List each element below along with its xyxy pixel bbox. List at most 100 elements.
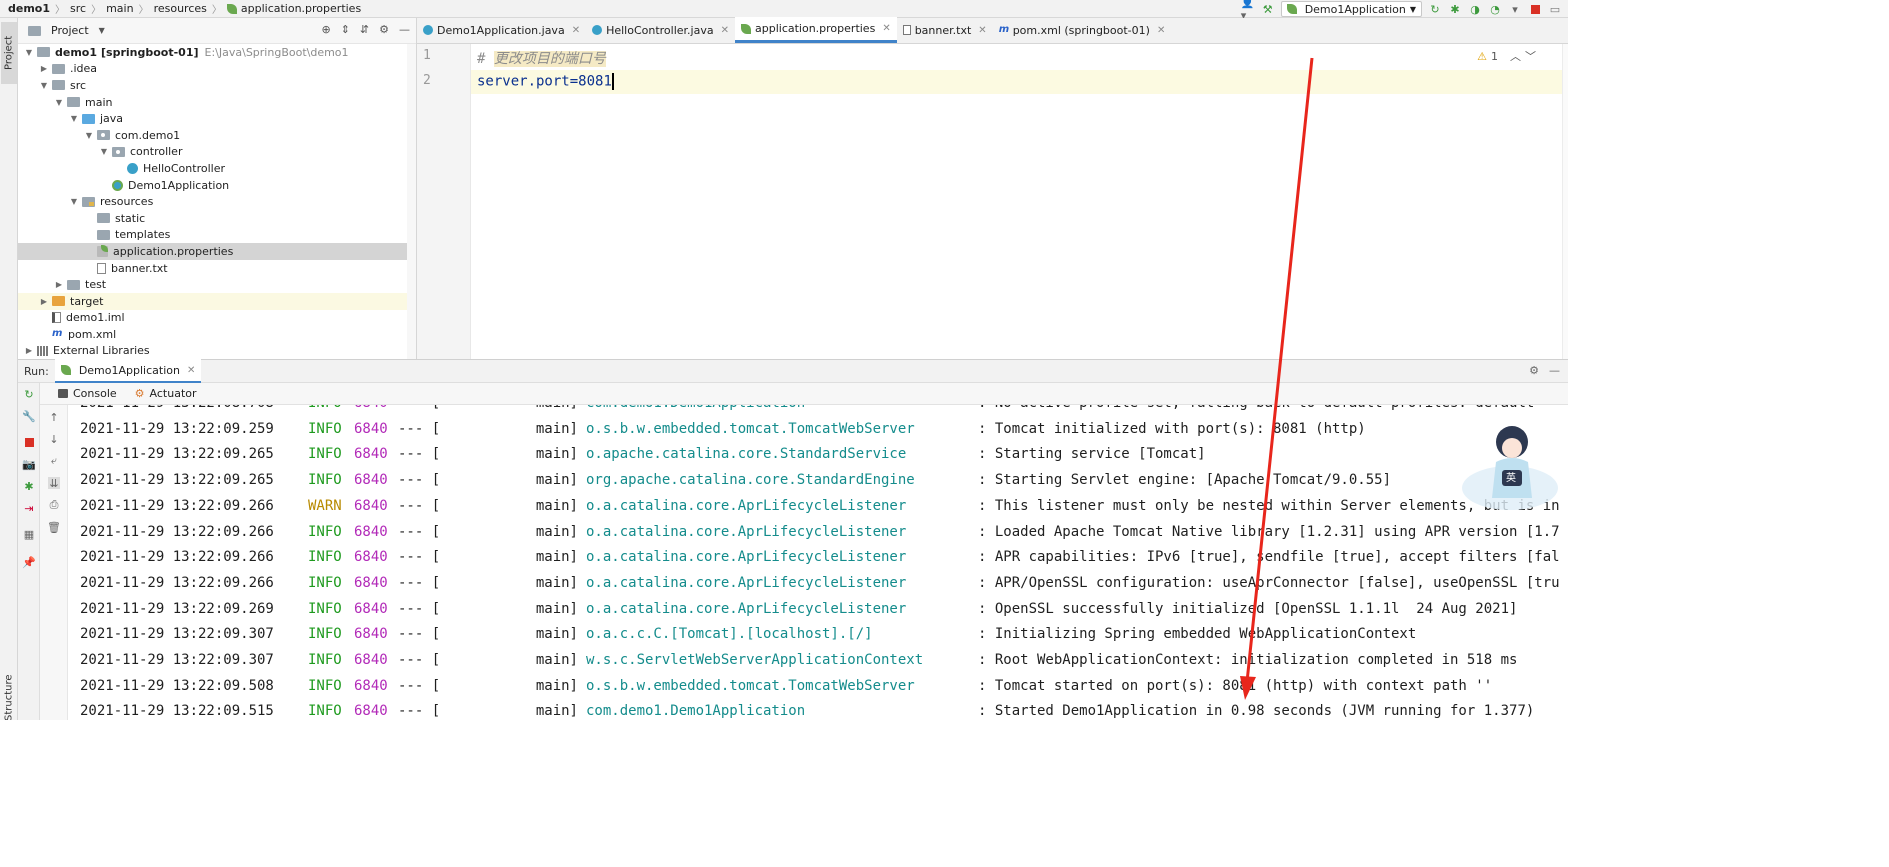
- tree-item[interactable]: Demo1Application: [18, 177, 407, 194]
- tree-item[interactable]: static: [18, 210, 407, 227]
- hide-panel-icon[interactable]: —: [1549, 364, 1560, 377]
- wrench-icon[interactable]: 🔧: [22, 410, 36, 423]
- tool-window-tab-structure[interactable]: Structure: [1, 668, 17, 720]
- rerun-icon[interactable]: ↻: [1428, 2, 1442, 16]
- soft-wrap-icon[interactable]: ⤶: [48, 454, 60, 467]
- chevron-down-icon[interactable]: ▼: [69, 114, 79, 123]
- editor-tab[interactable]: m pom.xml (springboot-01) ✕: [993, 17, 1172, 43]
- console-output[interactable]: 2021-11-29 13:22:08.708INFO6840--- [main…: [68, 405, 1568, 720]
- tree-item[interactable]: demo1.iml: [18, 310, 407, 327]
- scroll-to-end-icon[interactable]: ⇊: [48, 477, 60, 490]
- stop-icon[interactable]: [23, 436, 35, 448]
- line-number-gutter[interactable]: 1 2: [417, 44, 471, 359]
- breadcrumb-item-main[interactable]: main: [106, 2, 133, 15]
- editor-tab[interactable]: Demo1Application.java ✕: [417, 17, 586, 43]
- profile-icon[interactable]: ◔: [1488, 2, 1502, 16]
- tree-item[interactable]: m pom.xml: [18, 326, 407, 343]
- project-view-selector[interactable]: Project: [51, 24, 89, 37]
- breadcrumb-item-project[interactable]: demo1: [8, 2, 50, 15]
- project-tree-scrollbar[interactable]: [407, 44, 416, 359]
- log-timestamp: 2021-11-29 13:22:09.269: [80, 600, 274, 617]
- debug-icon[interactable]: ✱: [1448, 2, 1462, 16]
- breadcrumb-item-file[interactable]: application.properties: [241, 2, 361, 15]
- user-icon[interactable]: 👤▾: [1241, 0, 1255, 22]
- tool-window-tab-project[interactable]: Project: [1, 22, 17, 84]
- close-icon[interactable]: ✕: [882, 23, 890, 34]
- chevron-right-icon[interactable]: ▶: [39, 297, 49, 306]
- arrow-up-icon[interactable]: ↑: [48, 411, 60, 424]
- breadcrumb-item-src[interactable]: src: [70, 2, 86, 15]
- debug-icon[interactable]: ✱: [23, 480, 35, 493]
- run-configuration-select[interactable]: Demo1Application ▼: [1280, 1, 1422, 17]
- pin-icon[interactable]: 📌: [22, 556, 36, 569]
- tree-item[interactable]: ▼ main: [18, 94, 407, 111]
- tree-item[interactable]: ▼ demo1 [springboot-01] E:\Java\SpringBoot\…: [18, 44, 407, 61]
- subtab-actuator[interactable]: ⚙ Actuator: [129, 387, 203, 400]
- code-line-1[interactable]: # 更改项目的端口号: [477, 48, 606, 68]
- layout-icon[interactable]: ▭: [1548, 2, 1562, 16]
- chevron-down-icon[interactable]: ▼: [99, 26, 105, 35]
- close-icon[interactable]: ✕: [572, 25, 580, 36]
- tree-item[interactable]: ▶ .idea: [18, 61, 407, 78]
- close-icon[interactable]: ✕: [721, 25, 729, 36]
- code-editor[interactable]: 1 2 # 更改项目的端口号 server.port=8081 ⚠ 1 ︿ ﹀: [417, 44, 1568, 359]
- tree-item[interactable]: banner.txt: [18, 260, 407, 277]
- tree-item[interactable]: ▼ com.demo1: [18, 127, 407, 144]
- rerun-icon[interactable]: ↻: [23, 388, 35, 401]
- inspection-widget[interactable]: ⚠ 1 ︿ ﹀: [1477, 48, 1536, 64]
- chevron-down-icon[interactable]: ▼: [69, 197, 79, 206]
- tree-item[interactable]: ▶ target: [18, 292, 407, 310]
- build-hammer-icon[interactable]: ⚒: [1261, 2, 1275, 16]
- log-level: INFO: [308, 703, 342, 720]
- camera-icon[interactable]: 📷: [22, 458, 36, 471]
- expand-all-icon[interactable]: ⇕: [341, 23, 350, 36]
- tree-item[interactable]: ▶ test: [18, 276, 407, 293]
- trash-icon[interactable]: 🗑: [47, 521, 61, 534]
- run-tab-demo1application[interactable]: Demo1Application ✕: [54, 359, 202, 383]
- subtab-console[interactable]: Console: [52, 387, 123, 400]
- editor-tab[interactable]: banner.txt ✕: [897, 17, 993, 43]
- gear-icon[interactable]: ⚙: [379, 23, 389, 36]
- tree-item[interactable]: templates: [18, 227, 407, 244]
- chevron-right-icon[interactable]: ▶: [24, 346, 34, 355]
- editor-tab[interactable]: HelloController.java ✕: [586, 17, 735, 43]
- layout-icon[interactable]: ▦: [23, 528, 35, 541]
- coverage-icon[interactable]: ◑: [1468, 2, 1482, 16]
- code-line-2[interactable]: server.port=8081: [477, 73, 614, 90]
- tree-item[interactable]: ▼ src: [18, 77, 407, 94]
- close-icon[interactable]: ✕: [1157, 25, 1165, 36]
- collapse-all-icon[interactable]: ⇵: [360, 23, 369, 36]
- hide-panel-icon[interactable]: —: [399, 23, 410, 36]
- editor-error-stripe[interactable]: [1562, 44, 1568, 359]
- tree-item[interactable]: ▼ resources: [18, 193, 407, 210]
- exit-icon[interactable]: ⇥: [23, 502, 35, 515]
- chevron-right-icon[interactable]: ▶: [54, 280, 64, 289]
- tree-item[interactable]: ▼ controller: [18, 144, 407, 161]
- chevron-down-icon[interactable]: ▼: [39, 81, 49, 90]
- print-icon[interactable]: ⎙: [48, 498, 60, 511]
- chevron-down-icon[interactable]: ﹀: [1525, 48, 1536, 64]
- arrow-down-icon[interactable]: ↓: [48, 433, 60, 446]
- locate-file-icon[interactable]: ⊕: [321, 23, 330, 36]
- chevron-down-icon[interactable]: ▼: [99, 147, 109, 156]
- gear-icon[interactable]: ⚙: [1529, 364, 1539, 377]
- tree-item[interactable]: ▶ External Libraries: [18, 343, 407, 360]
- tree-item[interactable]: HelloController: [18, 160, 407, 177]
- chevron-down-icon[interactable]: ▼: [84, 131, 94, 140]
- console-log-line: 2021-11-29 13:22:09.508 INFO 6840 --- [main…: [80, 678, 1492, 700]
- chevron-down-icon[interactable]: ▼: [54, 98, 64, 107]
- more-run-icon[interactable]: ▾: [1508, 2, 1522, 16]
- chevron-up-icon[interactable]: ︿: [1510, 48, 1521, 64]
- chevron-down-icon[interactable]: ▼: [24, 48, 34, 57]
- chevron-right-icon[interactable]: ▶: [39, 64, 49, 73]
- tree-item[interactable]: ▼ java: [18, 110, 407, 127]
- editor-tab[interactable]: application.properties ✕: [735, 17, 897, 43]
- close-icon[interactable]: ✕: [187, 365, 195, 376]
- stop-icon[interactable]: [1528, 2, 1542, 16]
- tree-item[interactable]: application.properties: [18, 243, 407, 260]
- log-logger: o.s.b.w.embedded.tomcat.TomcatWebServer: [586, 420, 915, 437]
- warning-icon: ⚠: [1477, 49, 1487, 63]
- log-level: INFO: [308, 405, 354, 417]
- close-icon[interactable]: ✕: [978, 25, 986, 36]
- breadcrumb-item-resources[interactable]: resources: [154, 2, 207, 15]
